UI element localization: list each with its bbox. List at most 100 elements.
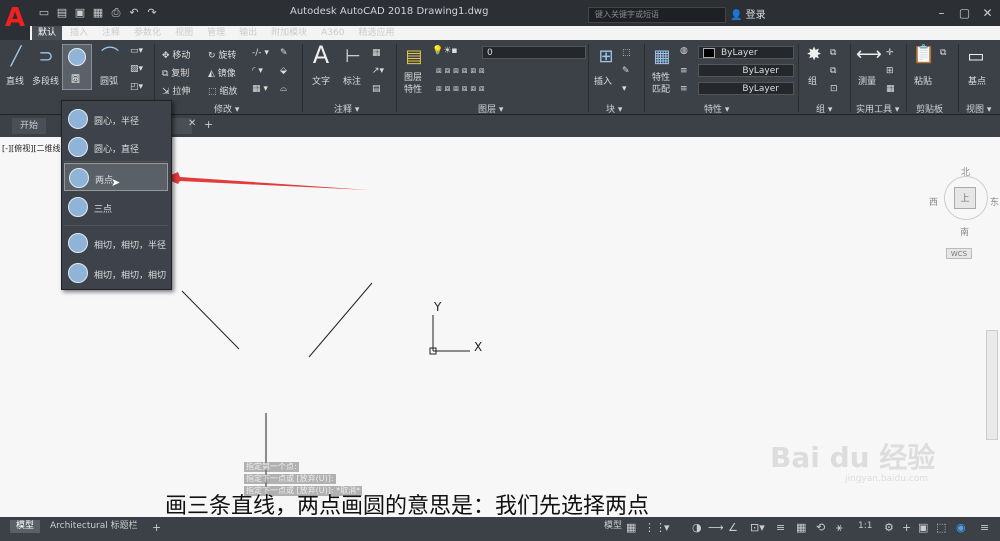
scale-button[interactable]: ⬚ 缩放 bbox=[208, 84, 237, 97]
transparency-icon[interactable]: ▦ bbox=[796, 521, 806, 534]
explode-icon[interactable]: ⬙ bbox=[280, 66, 287, 76]
group-icon[interactable]: ✸ bbox=[802, 44, 826, 66]
hardware-accel-icon[interactable]: ▣ bbox=[918, 521, 928, 534]
insert-icon[interactable]: ⊞ bbox=[594, 46, 618, 68]
dimension-icon[interactable]: ⊢ bbox=[340, 46, 366, 68]
login-button[interactable]: 👤 登录 bbox=[730, 6, 766, 21]
close-icon[interactable]: ✕ bbox=[976, 2, 999, 24]
modify-panel-title[interactable]: 修改 ▾ bbox=[214, 102, 239, 115]
text-icon[interactable]: A bbox=[308, 43, 334, 67]
tab-4[interactable]: 视图 bbox=[169, 26, 199, 40]
layout-tab-architectural[interactable]: Architectural 标题栏 bbox=[44, 520, 144, 533]
print-icon[interactable]: ⎙ bbox=[108, 5, 124, 21]
table-icon[interactable]: ▦ bbox=[372, 48, 381, 58]
lineweight-toggle-icon[interactable]: ≡ bbox=[776, 521, 785, 534]
groups-panel-title[interactable]: 组 ▾ bbox=[816, 102, 832, 115]
match-properties-button[interactable]: 特性 匹配 bbox=[652, 72, 676, 96]
settings-gear-icon[interactable]: ⚙ bbox=[884, 521, 894, 534]
search-input[interactable]: 键入关键字或短语 bbox=[588, 7, 726, 23]
text-button[interactable]: 文字 bbox=[312, 74, 330, 87]
wcs-menu[interactable]: WCS bbox=[946, 248, 972, 259]
isodraft-icon[interactable]: ⟶ bbox=[708, 521, 724, 534]
lineweight-dropdown[interactable]: ByLayer bbox=[698, 82, 794, 95]
create-block-icon[interactable]: ⬚ bbox=[622, 48, 631, 58]
undo-icon[interactable]: ↶ bbox=[126, 5, 142, 21]
tab-1[interactable]: 插入 bbox=[64, 26, 94, 40]
tab-3[interactable]: 参数化 bbox=[128, 26, 167, 40]
snap-icon[interactable]: ⋮⋮ bbox=[644, 521, 666, 534]
utilities-panel-title[interactable]: 实用工具 ▾ bbox=[856, 102, 899, 115]
ungroup-icon[interactable]: ⧉ bbox=[830, 48, 836, 58]
tab-6[interactable]: 输出 bbox=[233, 26, 263, 40]
group-edit-icon[interactable]: ⧉ bbox=[830, 66, 836, 76]
circle-button[interactable]: 圆 bbox=[62, 44, 92, 90]
block-attr-icon[interactable]: ▾ bbox=[622, 84, 627, 94]
clean-screen-icon[interactable]: ◉ bbox=[956, 521, 966, 534]
save-icon[interactable]: ▣ bbox=[72, 5, 88, 21]
circle-menu-item-4[interactable]: 相切，相切，半径 bbox=[64, 229, 168, 257]
circle-menu-item-1[interactable]: 圆心，直径 bbox=[64, 133, 168, 161]
app-menu-button[interactable]: A bbox=[0, 0, 30, 40]
tab-9[interactable]: 精选应用 bbox=[352, 26, 400, 40]
grid-icon[interactable]: ▦ bbox=[626, 521, 636, 534]
stretch-button[interactable]: ⇲ 拉伸 bbox=[162, 84, 190, 97]
quick-select-icon[interactable]: ⊞ bbox=[886, 66, 894, 76]
region-icon[interactable]: ◰▾ bbox=[130, 82, 143, 92]
model-layout-tab[interactable]: 模型 bbox=[10, 520, 41, 533]
arc-button[interactable]: 圆弧 bbox=[100, 74, 118, 87]
calculator-icon[interactable]: ▦ bbox=[886, 84, 895, 94]
infer-icon[interactable]: ▾ bbox=[664, 521, 670, 534]
tab-8[interactable]: A360 bbox=[315, 26, 350, 40]
erase-icon[interactable]: ✎ bbox=[280, 48, 288, 58]
tab-7[interactable]: 附加模块 bbox=[265, 26, 313, 40]
tab-5[interactable]: 管理 bbox=[201, 26, 231, 40]
tab-2[interactable]: 注释 bbox=[96, 26, 126, 40]
close-tab-icon[interactable]: ✕ bbox=[188, 118, 196, 129]
viewcube-west[interactable]: 西 bbox=[929, 195, 938, 208]
base-button[interactable]: 基点 bbox=[968, 74, 986, 87]
clipboard-panel-title[interactable]: 剪贴板 bbox=[916, 102, 943, 115]
base-point-icon[interactable]: ▭ bbox=[964, 46, 988, 68]
model-space-button[interactable]: 模型 bbox=[598, 520, 628, 533]
redo-icon[interactable]: ↷ bbox=[144, 5, 160, 21]
circle-menu-item-5[interactable]: 相切，相切，相切 bbox=[64, 259, 168, 287]
isolate-icon[interactable]: ⬚ bbox=[936, 521, 946, 534]
fillet-icon[interactable]: ◜ ▾ bbox=[252, 66, 263, 76]
layer-tools-row1[interactable]: ⧈ ⧈ ⧈ ⧈ ⧈ ⧈ bbox=[436, 66, 485, 76]
annotation-visibility-icon[interactable]: ⚹ bbox=[836, 521, 843, 535]
paste-button[interactable]: 粘贴 bbox=[914, 74, 932, 87]
copy-clip-icon[interactable]: ⧉ bbox=[940, 48, 946, 58]
polyline-icon[interactable]: ⊃ bbox=[34, 46, 58, 68]
start-tab[interactable]: 开始 bbox=[12, 118, 47, 134]
offset-icon[interactable]: ⌓ bbox=[280, 84, 287, 94]
selection-cycling-icon[interactable]: ⟲ bbox=[816, 521, 825, 534]
line-icon[interactable]: ╱ bbox=[4, 46, 28, 68]
move-button[interactable]: ✥ 移动 bbox=[162, 48, 190, 61]
customize-icon[interactable]: ≡ bbox=[980, 521, 989, 534]
layer-properties-button[interactable]: 图层 特性 bbox=[404, 72, 428, 96]
polar-icon[interactable]: ◑ bbox=[692, 521, 702, 534]
circle-menu-item-3[interactable]: 三点 bbox=[64, 193, 168, 221]
id-point-icon[interactable]: ✛ bbox=[886, 48, 894, 58]
rotate-button[interactable]: ↻ 旋转 bbox=[208, 48, 236, 61]
group-select-icon[interactable]: ⊡ bbox=[830, 84, 838, 94]
layers-panel-title[interactable]: 图层 ▾ bbox=[478, 102, 503, 115]
circle-menu-item-2[interactable]: 两点 ➤ bbox=[64, 163, 168, 191]
array-icon[interactable]: ▦ ▾ bbox=[252, 84, 268, 94]
viewcube-top[interactable]: 上 bbox=[954, 187, 976, 209]
annotation-icon[interactable]: ▤ bbox=[372, 84, 381, 94]
edit-block-icon[interactable]: ✎ bbox=[622, 66, 630, 76]
annotation-scale[interactable]: 1:1 bbox=[852, 520, 878, 533]
minimize-icon[interactable]: – bbox=[930, 2, 953, 24]
drawn-line-2[interactable] bbox=[308, 282, 373, 358]
leader-icon[interactable]: ↗▾ bbox=[372, 66, 384, 76]
layer-properties-icon[interactable]: ▤ bbox=[402, 46, 426, 68]
properties-panel-title[interactable]: 特性 ▾ bbox=[704, 102, 729, 115]
annotation-panel-title[interactable]: 注释 ▾ bbox=[334, 102, 359, 115]
dimension-button[interactable]: 标注 bbox=[343, 74, 361, 87]
osnap-icon[interactable]: ⊡▾ bbox=[750, 521, 765, 534]
match-properties-icon[interactable]: ▦ bbox=[650, 46, 674, 68]
drawn-line-1[interactable] bbox=[181, 290, 240, 350]
lineweight-icon[interactable]: ≡ bbox=[680, 84, 688, 94]
osnap-tracking-icon[interactable]: ∠ bbox=[728, 521, 738, 534]
